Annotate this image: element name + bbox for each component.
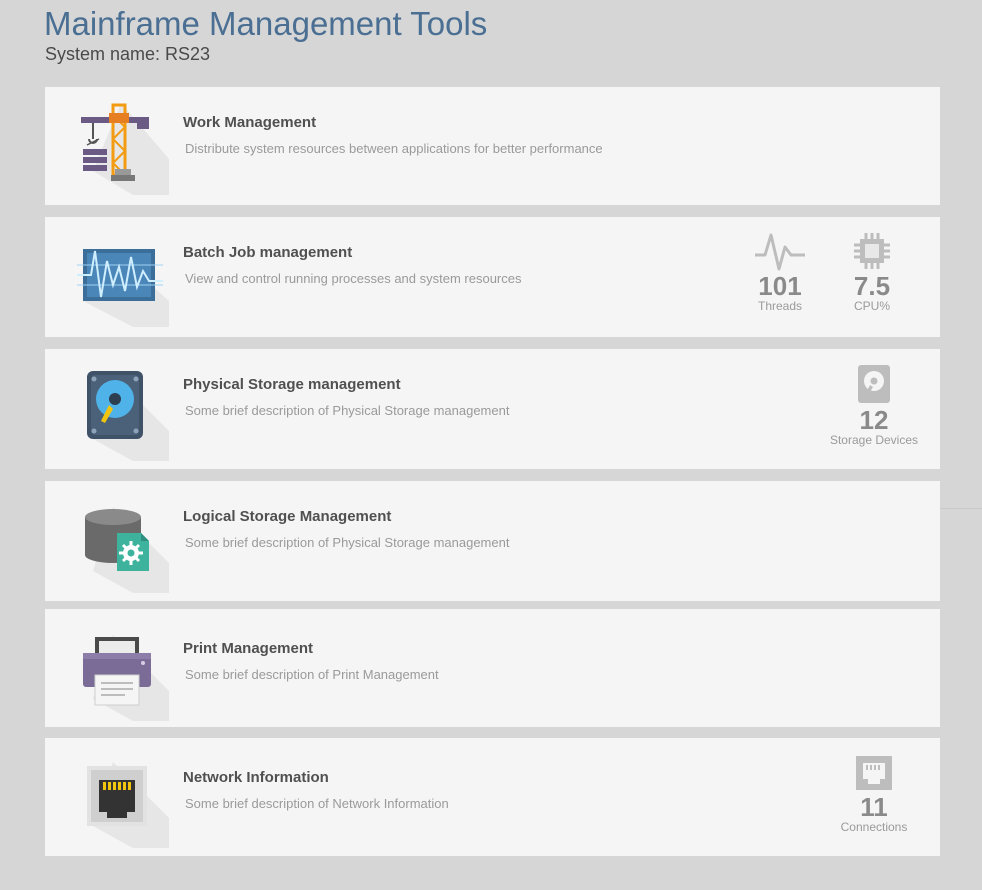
cpu-stat: 7.5 CPU% [827, 231, 917, 313]
card-title: Work Management [183, 114, 317, 131]
card-work-management[interactable]: Work Management Distribute system resour… [45, 87, 940, 205]
card-title: Print Management [183, 640, 314, 657]
ethernet-icon [856, 756, 892, 790]
stat-label: CPU% [853, 299, 890, 313]
page-title: Mainframe Management Tools [44, 5, 488, 42]
card-description: Some brief description of Network Inform… [185, 796, 449, 811]
cpu-chip-icon [854, 233, 890, 269]
card-print-management[interactable]: Print Management Some brief description … [45, 609, 940, 727]
stat-value: 11 [860, 792, 888, 822]
card-title: Batch Job management [183, 244, 353, 261]
card-description: Some brief description of Print Manageme… [185, 667, 439, 682]
card-title: Logical Storage Management [183, 508, 392, 525]
disk-icon [858, 365, 890, 403]
crane-icon [81, 103, 169, 195]
stat-label: Threads [757, 299, 803, 313]
stat-label: Storage Devices [829, 433, 919, 447]
stat-value: 12 [859, 405, 889, 435]
pulse-icon [755, 233, 805, 271]
monitor-waveform-icon [77, 249, 169, 327]
divider [940, 508, 982, 509]
card-description: View and control running processes and s… [185, 271, 522, 286]
card-title: Physical Storage management [183, 376, 401, 393]
hard-drive-icon [87, 371, 169, 461]
connections-stat: 11 Connections [829, 756, 919, 834]
stat-value: 7.5 [853, 271, 891, 301]
storage-devices-stat: 12 Storage Devices [829, 365, 919, 447]
printer-icon [83, 635, 169, 721]
stat-value: 101 [758, 271, 802, 301]
card-logical-storage-management[interactable]: Logical Storage Management Some brief de… [45, 481, 940, 601]
threads-stat: 101 Threads [735, 231, 825, 313]
card-description: Some brief description of Physical Stora… [185, 535, 510, 550]
card-network-information[interactable]: Network Information Some brief descripti… [45, 738, 940, 856]
system-name: System name: RS23 [45, 44, 211, 64]
card-description: Some brief description of Physical Stora… [185, 403, 510, 418]
card-physical-storage-management[interactable]: Physical Storage management Some brief d… [45, 349, 940, 469]
database-settings-icon [85, 507, 169, 593]
card-batch-job-management[interactable]: Batch Job management View and control ru… [45, 217, 940, 337]
card-title: Network Information [183, 769, 329, 786]
stat-label: Connections [840, 820, 908, 834]
card-description: Distribute system resources between appl… [185, 141, 603, 156]
ethernet-port-icon [87, 762, 169, 848]
